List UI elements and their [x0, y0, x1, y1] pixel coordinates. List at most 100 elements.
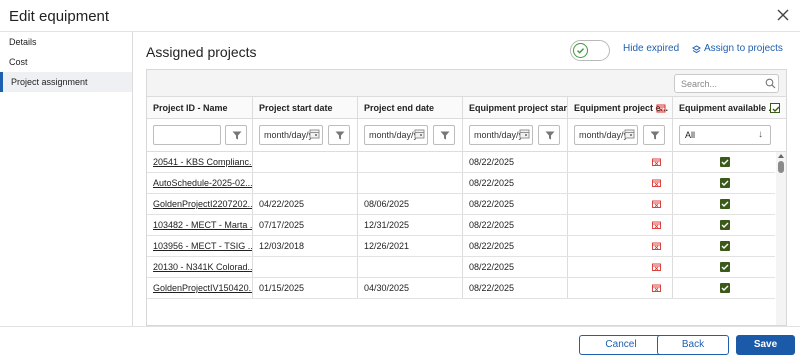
equipment-end-filter-button[interactable] [643, 125, 665, 145]
equipment-available-cell [673, 152, 775, 172]
filter-cell-equipment-available: All ↓ [673, 119, 786, 152]
equipment-start-cell: 08/22/2025 [463, 278, 568, 298]
project-name-cell[interactable]: GoldenProjectIV150420... [147, 278, 253, 298]
equipment-start-filter-button[interactable] [538, 125, 560, 145]
available-checkbox[interactable] [720, 220, 730, 230]
equipment-available-cell [673, 257, 775, 277]
column-header-project-start[interactable]: Project start date [253, 97, 358, 119]
project-end-cell: 12/31/2025 [358, 215, 463, 235]
sidebar-item-details[interactable]: Details [0, 32, 132, 52]
check-icon [721, 243, 729, 249]
table-row: 103482 - MECT - Marta ... 07/17/2025 12/31… [147, 215, 775, 236]
assign-icon [692, 45, 701, 54]
column-header-project[interactable]: Project ID - Name [147, 97, 253, 119]
equipment-end-cell [568, 236, 673, 256]
project-start-cell: 12/03/2018 [253, 236, 358, 256]
equipment-start-cell: 08/22/2025 [463, 173, 568, 193]
search-icon [765, 78, 776, 89]
project-start-cell [253, 173, 358, 193]
projects-grid: Project ID - Name Project start date Pro… [146, 69, 787, 326]
check-icon [577, 48, 585, 54]
filter-icon [232, 131, 242, 140]
equipment-end-cell [568, 215, 673, 235]
check-icon [772, 106, 780, 112]
main-panel: Assigned projects Hide expired Assign to… [134, 32, 800, 326]
close-icon[interactable] [776, 8, 790, 22]
filter-cell-equipment-end [568, 119, 673, 152]
equipment-start-cell: 08/22/2025 [463, 215, 568, 235]
back-button[interactable]: Back [657, 335, 729, 355]
equipment-end-cell [568, 194, 673, 214]
calendar-expired-icon [656, 104, 666, 113]
available-checkbox[interactable] [720, 241, 730, 251]
calendar-icon[interactable] [414, 128, 425, 139]
equipment-end-cell [568, 152, 673, 172]
sidebar-item-cost[interactable]: Cost [0, 52, 132, 72]
equipment-end-cell [568, 257, 673, 277]
vertical-scrollbar[interactable] [776, 152, 786, 325]
check-icon [721, 180, 729, 186]
table-row: 20130 - N341K Colorad... 08/22/2025 [147, 257, 775, 278]
table-row: 103956 - MECT - TSIG ... 12/03/2018 12/26/… [147, 236, 775, 257]
grid-toolbar [147, 70, 786, 97]
project-end-cell [358, 257, 463, 277]
available-checkbox[interactable] [720, 199, 730, 209]
project-filter-button[interactable] [225, 125, 247, 145]
column-header-project-end[interactable]: Project end date [358, 97, 463, 119]
grid-search-input[interactable] [674, 74, 779, 93]
available-checkbox[interactable] [720, 262, 730, 272]
project-end-filter-button[interactable] [433, 125, 455, 145]
column-header-equipment-start[interactable]: Equipment project start ... [463, 97, 568, 119]
project-start-cell [253, 152, 358, 172]
cancel-button[interactable]: Cancel [579, 335, 663, 355]
calendar-expired-icon [652, 158, 661, 166]
project-filter-input[interactable] [153, 125, 221, 145]
project-end-cell: 12/26/2021 [358, 236, 463, 256]
column-header-equipment-end[interactable]: Equipment project e... [568, 97, 673, 119]
project-name-cell[interactable]: 103956 - MECT - TSIG ... [147, 236, 253, 256]
filter-cell-project [147, 119, 253, 152]
column-header-label: Project start date [259, 103, 333, 113]
filter-cell-project-end [358, 119, 463, 152]
available-checkbox[interactable] [720, 283, 730, 293]
check-icon [721, 264, 729, 270]
project-name-cell[interactable]: 103482 - MECT - Marta ... [147, 215, 253, 235]
column-header-label: Equipment project start ... [469, 103, 568, 113]
project-name-cell[interactable]: 20130 - N341K Colorad... [147, 257, 253, 277]
calendar-expired-icon [652, 263, 661, 271]
project-start-filter-button[interactable] [328, 125, 350, 145]
check-icon [721, 285, 729, 291]
equipment-available-cell [673, 194, 775, 214]
calendar-icon[interactable] [624, 128, 635, 139]
calendar-expired-icon [652, 221, 661, 229]
select-all-checkbox[interactable] [770, 103, 780, 113]
column-header-equipment-available[interactable]: Equipment available ... [673, 97, 786, 119]
scrollbar-thumb[interactable] [778, 161, 784, 173]
calendar-icon[interactable] [309, 128, 320, 139]
available-checkbox[interactable] [720, 178, 730, 188]
available-filter-select[interactable]: All ↓ [679, 125, 771, 145]
filter-cell-equipment-start [463, 119, 568, 152]
project-name-cell[interactable]: GoldenProjectI2207202... [147, 194, 253, 214]
hide-expired-link[interactable]: Hide expired [623, 43, 679, 54]
calendar-icon[interactable] [519, 128, 530, 139]
equipment-available-cell [673, 215, 775, 235]
assign-to-projects-link[interactable]: Assign to projects [704, 43, 783, 54]
equipment-end-cell [568, 173, 673, 193]
save-button[interactable]: Save [736, 335, 795, 355]
check-icon [721, 201, 729, 207]
dialog-title: Edit equipment [9, 8, 110, 25]
page-title: Assigned projects [146, 44, 257, 60]
sidebar-item-project-assignment[interactable]: Project assignment [0, 72, 132, 92]
scroll-up-icon[interactable] [778, 154, 784, 158]
column-header-label: Equipment available ... [679, 103, 777, 113]
show-expired-toggle[interactable] [570, 40, 610, 61]
project-name-cell[interactable]: AutoSchedule-2025-02... [147, 173, 253, 193]
available-filter-value: All [685, 130, 696, 140]
column-header-label: Project end date [364, 103, 435, 113]
available-checkbox[interactable] [720, 157, 730, 167]
project-name-cell[interactable]: 20541 - KBS Complianc... [147, 152, 253, 172]
equipment-available-cell [673, 173, 775, 193]
equipment-start-cell: 08/22/2025 [463, 152, 568, 172]
equipment-end-cell [568, 278, 673, 298]
